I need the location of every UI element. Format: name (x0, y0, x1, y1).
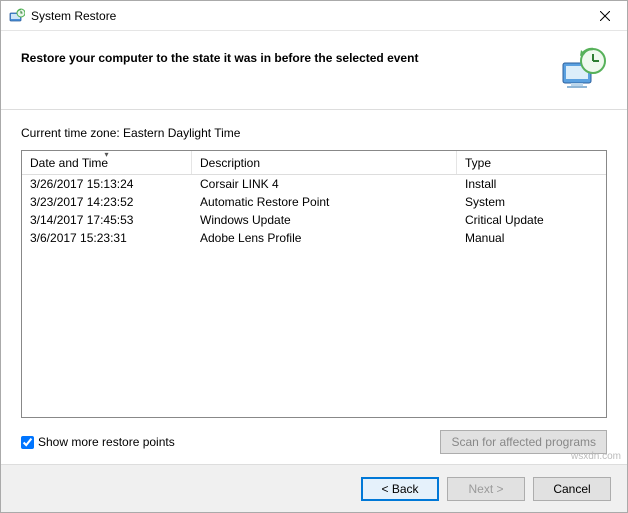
sort-descending-icon: ▾ (104, 150, 108, 159)
table-row[interactable]: 3/26/2017 15:13:24Corsair LINK 4Install (22, 175, 606, 193)
table-row[interactable]: 3/23/2017 14:23:52Automatic Restore Poin… (22, 193, 606, 211)
titlebar: System Restore (1, 1, 627, 31)
table-row[interactable]: 3/14/2017 17:45:53Windows UpdateCritical… (22, 211, 606, 229)
column-date-label: Date and Time (30, 156, 108, 170)
column-type-label: Type (465, 156, 491, 170)
list-header: Date and Time ▾ Description Type (22, 151, 606, 175)
cell-date: 3/6/2017 15:23:31 (22, 231, 192, 245)
close-button[interactable] (582, 1, 627, 30)
scan-affected-button[interactable]: Scan for affected programs (440, 430, 607, 454)
show-more-label: Show more restore points (38, 435, 175, 449)
cell-type: Install (457, 177, 606, 191)
wizard-header: Restore your computer to the state it wa… (1, 31, 627, 110)
show-more-input[interactable] (21, 436, 34, 449)
column-date-time[interactable]: Date and Time ▾ (22, 151, 192, 174)
show-more-checkbox[interactable]: Show more restore points (21, 435, 175, 449)
window-title: System Restore (31, 9, 582, 23)
cell-desc: Windows Update (192, 213, 457, 227)
cell-desc: Automatic Restore Point (192, 195, 457, 209)
column-desc-label: Description (200, 156, 260, 170)
cell-type: Manual (457, 231, 606, 245)
cancel-button[interactable]: Cancel (533, 477, 611, 501)
next-button[interactable]: Next > (447, 477, 525, 501)
wizard-footer: < Back Next > Cancel (1, 464, 627, 512)
cell-type: Critical Update (457, 213, 606, 227)
header-text: Restore your computer to the state it wa… (21, 45, 559, 65)
cell-date: 3/14/2017 17:45:53 (22, 213, 192, 227)
cell-date: 3/23/2017 14:23:52 (22, 195, 192, 209)
content-area: Current time zone: Eastern Daylight Time… (1, 110, 627, 464)
cell-date: 3/26/2017 15:13:24 (22, 177, 192, 191)
column-description[interactable]: Description (192, 151, 457, 174)
cell-type: System (457, 195, 606, 209)
list-body: 3/26/2017 15:13:24Corsair LINK 4Install3… (22, 175, 606, 417)
system-restore-window: System Restore Restore your computer to … (0, 0, 628, 513)
cell-desc: Adobe Lens Profile (192, 231, 457, 245)
table-row[interactable]: 3/6/2017 15:23:31Adobe Lens ProfileManua… (22, 229, 606, 247)
system-restore-icon (9, 8, 25, 24)
below-list-bar: Show more restore points Scan for affect… (21, 430, 607, 454)
back-button[interactable]: < Back (361, 477, 439, 501)
timezone-label: Current time zone: Eastern Daylight Time (21, 126, 607, 140)
restore-points-list[interactable]: Date and Time ▾ Description Type 3/26/20… (21, 150, 607, 418)
restore-large-icon (559, 45, 607, 93)
cell-desc: Corsair LINK 4 (192, 177, 457, 191)
column-type[interactable]: Type (457, 151, 606, 174)
